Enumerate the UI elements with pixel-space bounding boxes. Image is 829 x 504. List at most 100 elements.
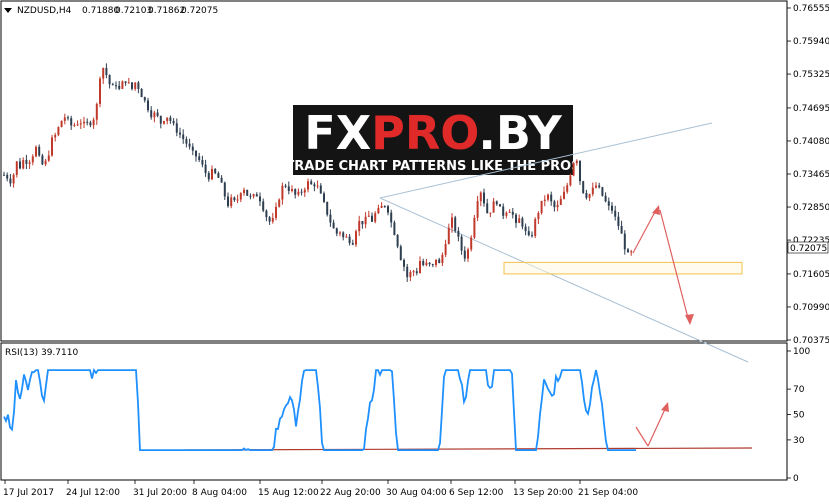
candle-body <box>188 143 191 147</box>
candle-body <box>377 207 380 214</box>
chart-header: NZDUSD,H4 0.71880 0.72103 0.71862 0.7207… <box>4 6 218 16</box>
candle-body <box>70 118 73 126</box>
time-tick-label: 31 Jul 20:00 <box>133 488 187 498</box>
candle-body <box>406 266 409 278</box>
candle-body <box>451 217 453 228</box>
candle-body <box>249 195 252 197</box>
candle-body <box>371 215 373 222</box>
candle-body <box>412 271 415 273</box>
candle-body <box>108 75 111 85</box>
candle-body <box>351 243 354 245</box>
candle-body <box>79 123 82 125</box>
candle-body <box>201 159 204 165</box>
candle-body <box>428 262 431 265</box>
rsi-tick-label: 100 <box>793 347 810 357</box>
candle-body <box>524 226 527 232</box>
price-tick-label: 0.70375 <box>793 336 829 346</box>
candle-body <box>364 216 367 225</box>
candle-body <box>143 97 146 101</box>
candle-body <box>246 189 249 196</box>
support-zone[interactable] <box>503 261 743 275</box>
candle-body <box>463 250 466 259</box>
candle-body <box>6 174 9 179</box>
chart-canvas: NZDUSD,H4 0.71880 0.72103 0.71862 0.7207… <box>0 0 829 498</box>
price-tick-label: 0.76555 <box>793 4 829 14</box>
candle-body <box>44 160 47 165</box>
candle-body <box>35 146 37 157</box>
candle-body <box>323 193 325 202</box>
price-tick-label: 0.75940 <box>793 37 829 47</box>
candle-body <box>86 121 89 123</box>
candle-body <box>627 249 629 253</box>
time-tick-label: 13 Sep 20:00 <box>513 488 573 498</box>
price-tick-label: 0.75325 <box>793 70 829 80</box>
candle-body <box>31 156 34 163</box>
candle-body <box>265 210 268 218</box>
candle-body <box>153 112 156 118</box>
candle-body <box>367 215 370 217</box>
candle-body <box>630 251 633 253</box>
price-tick-label: 0.74695 <box>793 104 829 114</box>
candle-body <box>598 185 601 188</box>
candle-body <box>614 210 617 217</box>
time-tick-label: 8 Aug 04:00 <box>192 488 247 498</box>
candle-body <box>207 173 210 180</box>
candle-body <box>563 191 565 199</box>
candle-body <box>211 168 213 180</box>
candle-body <box>390 212 393 223</box>
candle-body <box>54 134 57 138</box>
candle-body <box>310 181 313 185</box>
candle-body <box>185 139 188 144</box>
candle-body <box>233 197 236 201</box>
candle-body <box>121 81 124 89</box>
candle-body <box>140 88 143 98</box>
candle-body <box>287 186 290 191</box>
candle-body <box>115 85 117 87</box>
candle-body <box>473 217 476 238</box>
rsi-tick-label: 0 <box>793 474 799 484</box>
rsi-title: RSI(13) 39.7110 <box>5 348 78 358</box>
candle-body <box>591 187 594 195</box>
candle-body <box>19 161 21 169</box>
candle-body <box>358 220 361 232</box>
candle-body <box>294 189 297 195</box>
candle-body <box>38 146 41 156</box>
candle-body <box>278 199 281 207</box>
logo-tagline: TRADE CHART PATTERNS LIKE THE PROS <box>285 159 580 174</box>
candle-body <box>527 231 530 236</box>
time-tick-label: 22 Aug 20:00 <box>320 488 381 498</box>
candle-body <box>332 222 335 229</box>
candle-body <box>95 103 98 120</box>
rsi-axis: 100 70 50 30 0 <box>787 347 810 484</box>
candle-body <box>607 201 610 206</box>
candle-body <box>89 122 92 126</box>
candle-body <box>236 199 239 201</box>
candle-body <box>281 185 284 200</box>
candle-body <box>297 191 300 195</box>
candle-body <box>435 259 437 266</box>
candle-body <box>396 234 399 247</box>
price-tick-label: 0.74080 <box>793 137 829 147</box>
candle-body <box>415 271 418 274</box>
candle-body <box>547 194 549 200</box>
candle-body <box>438 259 441 264</box>
candle-body <box>383 205 386 207</box>
candle-body <box>572 163 575 176</box>
candle-body <box>582 181 585 194</box>
candle-body <box>604 195 607 202</box>
time-tick-label: 30 Aug 04:00 <box>386 488 447 498</box>
candle-body <box>476 201 479 218</box>
candle-body <box>137 82 140 89</box>
candle-body <box>355 231 357 245</box>
candle-body <box>499 204 501 207</box>
candle-body <box>22 159 25 169</box>
candle-body <box>489 212 492 214</box>
candle-body <box>239 193 242 200</box>
candle-body <box>83 121 85 124</box>
candle-body <box>617 216 620 226</box>
candle-body <box>169 117 172 121</box>
candle-body <box>361 220 364 225</box>
candle-body <box>425 262 428 266</box>
candle-body <box>326 201 329 215</box>
candle-body <box>179 132 181 135</box>
